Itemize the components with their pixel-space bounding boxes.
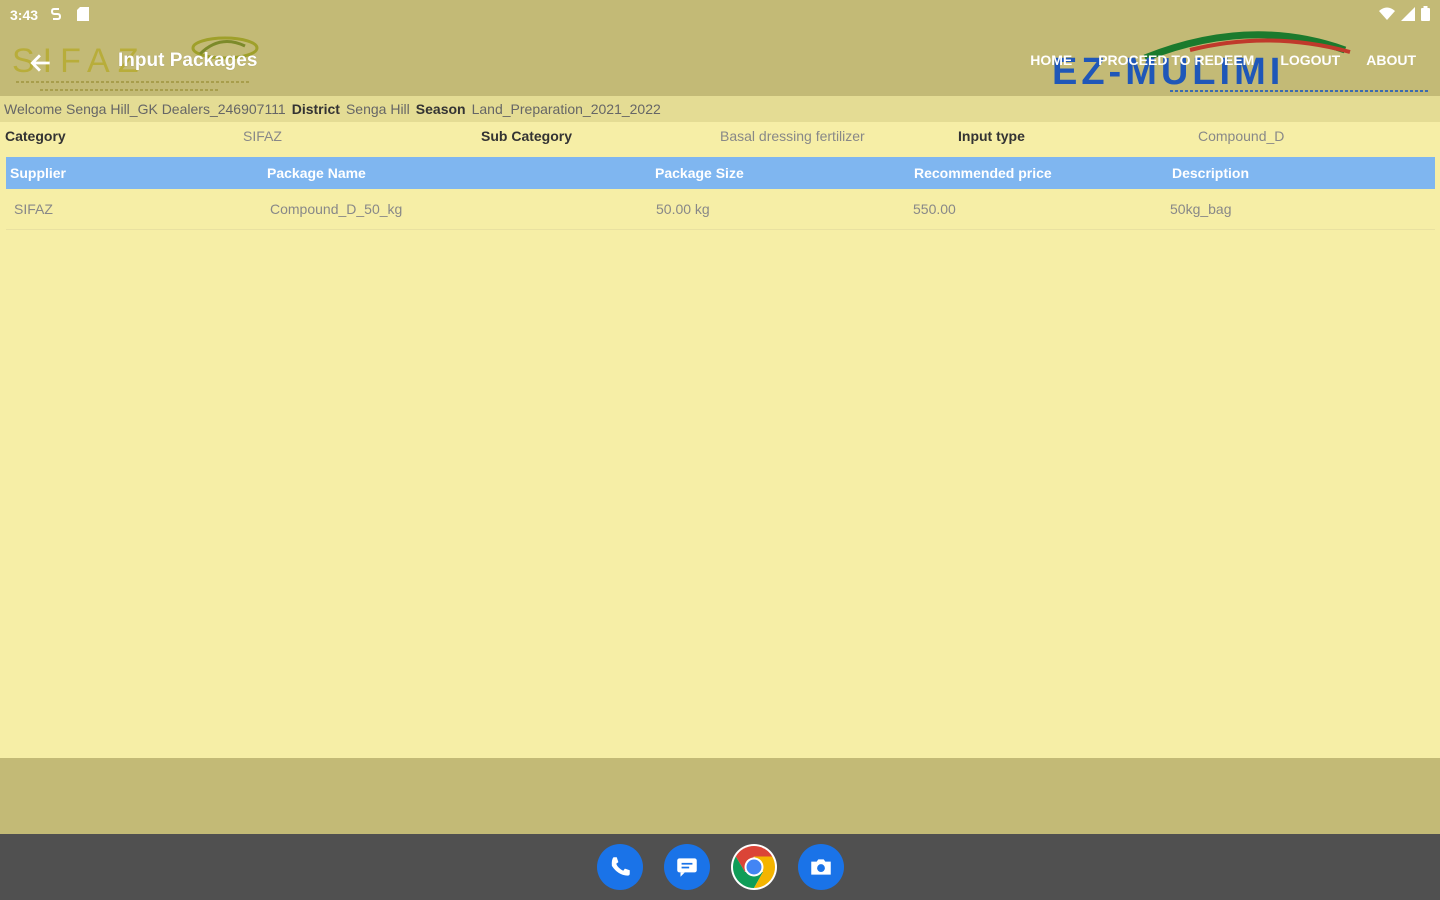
welcome-text: Welcome Senga Hill_GK Dealers_246907111 — [4, 101, 286, 117]
header-package-size: Package Size — [655, 165, 744, 181]
filter-row: Category SIFAZ Sub Category Basal dressi… — [0, 128, 1440, 148]
table-row[interactable]: SIFAZ Compound_D_50_kg 50.00 kg 550.00 5… — [6, 189, 1435, 230]
status-right-icons — [1379, 6, 1430, 21]
sub-category-label: Sub Category — [481, 128, 573, 144]
season-label: Season — [415, 101, 466, 117]
camera-icon[interactable] — [798, 844, 844, 890]
back-arrow-icon[interactable] — [28, 50, 54, 76]
signal-s-icon — [50, 8, 62, 20]
nav-logout[interactable]: LOGOUT — [1280, 52, 1340, 68]
cell-supplier: SIFAZ — [14, 201, 53, 217]
season-value: Land_Preparation_2021_2022 — [471, 101, 661, 117]
cell-package-name: Compound_D_50_kg — [270, 201, 403, 217]
status-bar: 3:43 — [0, 0, 1440, 30]
sub-category-value: Basal dressing fertilizer — [720, 128, 865, 144]
chrome-icon[interactable] — [731, 844, 777, 890]
messages-icon[interactable] — [664, 844, 710, 890]
category-label: Category — [5, 128, 66, 144]
category-value: SIFAZ — [243, 128, 282, 144]
status-time: 3:43 — [10, 7, 39, 23]
cell-package-size: 50.00 kg — [656, 201, 710, 217]
nav-about[interactable]: ABOUT — [1366, 52, 1416, 68]
battery-icon — [1421, 6, 1430, 21]
sd-card-icon — [77, 7, 89, 21]
district-label: District — [291, 101, 340, 117]
nav-proceed-to-redeem[interactable]: PROCEED TO REDEEM — [1098, 52, 1254, 68]
cell-description: 50kg_bag — [1170, 201, 1232, 217]
district-value: Senga Hill — [345, 101, 410, 117]
phone-icon[interactable] — [597, 844, 643, 890]
cell-recommended-price: 550.00 — [913, 201, 956, 217]
header-supplier: Supplier — [10, 165, 67, 181]
top-nav: HOME PROCEED TO REDEEM LOGOUT ABOUT — [1030, 52, 1416, 68]
app-bar: SIFAZ Input Packages EZ-MULIMI HOME PROC… — [0, 30, 1440, 96]
screen: 3:43 SIFAZ Input Packages EZ-MULIMI HOME… — [0, 0, 1440, 900]
input-type-value: Compound_D — [1198, 128, 1285, 144]
header-recommended-price: Recommended price — [914, 165, 1052, 181]
system-dock — [0, 834, 1440, 900]
page-title: Input Packages — [118, 50, 258, 71]
input-type-label: Input type — [958, 128, 1025, 144]
table-header: Supplier Package Name Package Size Recom… — [6, 157, 1435, 189]
header-description: Description — [1172, 165, 1250, 181]
bottom-band — [0, 758, 1440, 834]
header-package-name: Package Name — [267, 165, 366, 181]
packages-table: Supplier Package Name Package Size Recom… — [6, 157, 1435, 230]
wifi-icon — [1379, 7, 1395, 20]
cell-signal-icon — [1401, 6, 1415, 21]
welcome-row: Welcome Senga Hill_GK Dealers_246907111 … — [0, 96, 1440, 122]
nav-home[interactable]: HOME — [1030, 52, 1072, 68]
